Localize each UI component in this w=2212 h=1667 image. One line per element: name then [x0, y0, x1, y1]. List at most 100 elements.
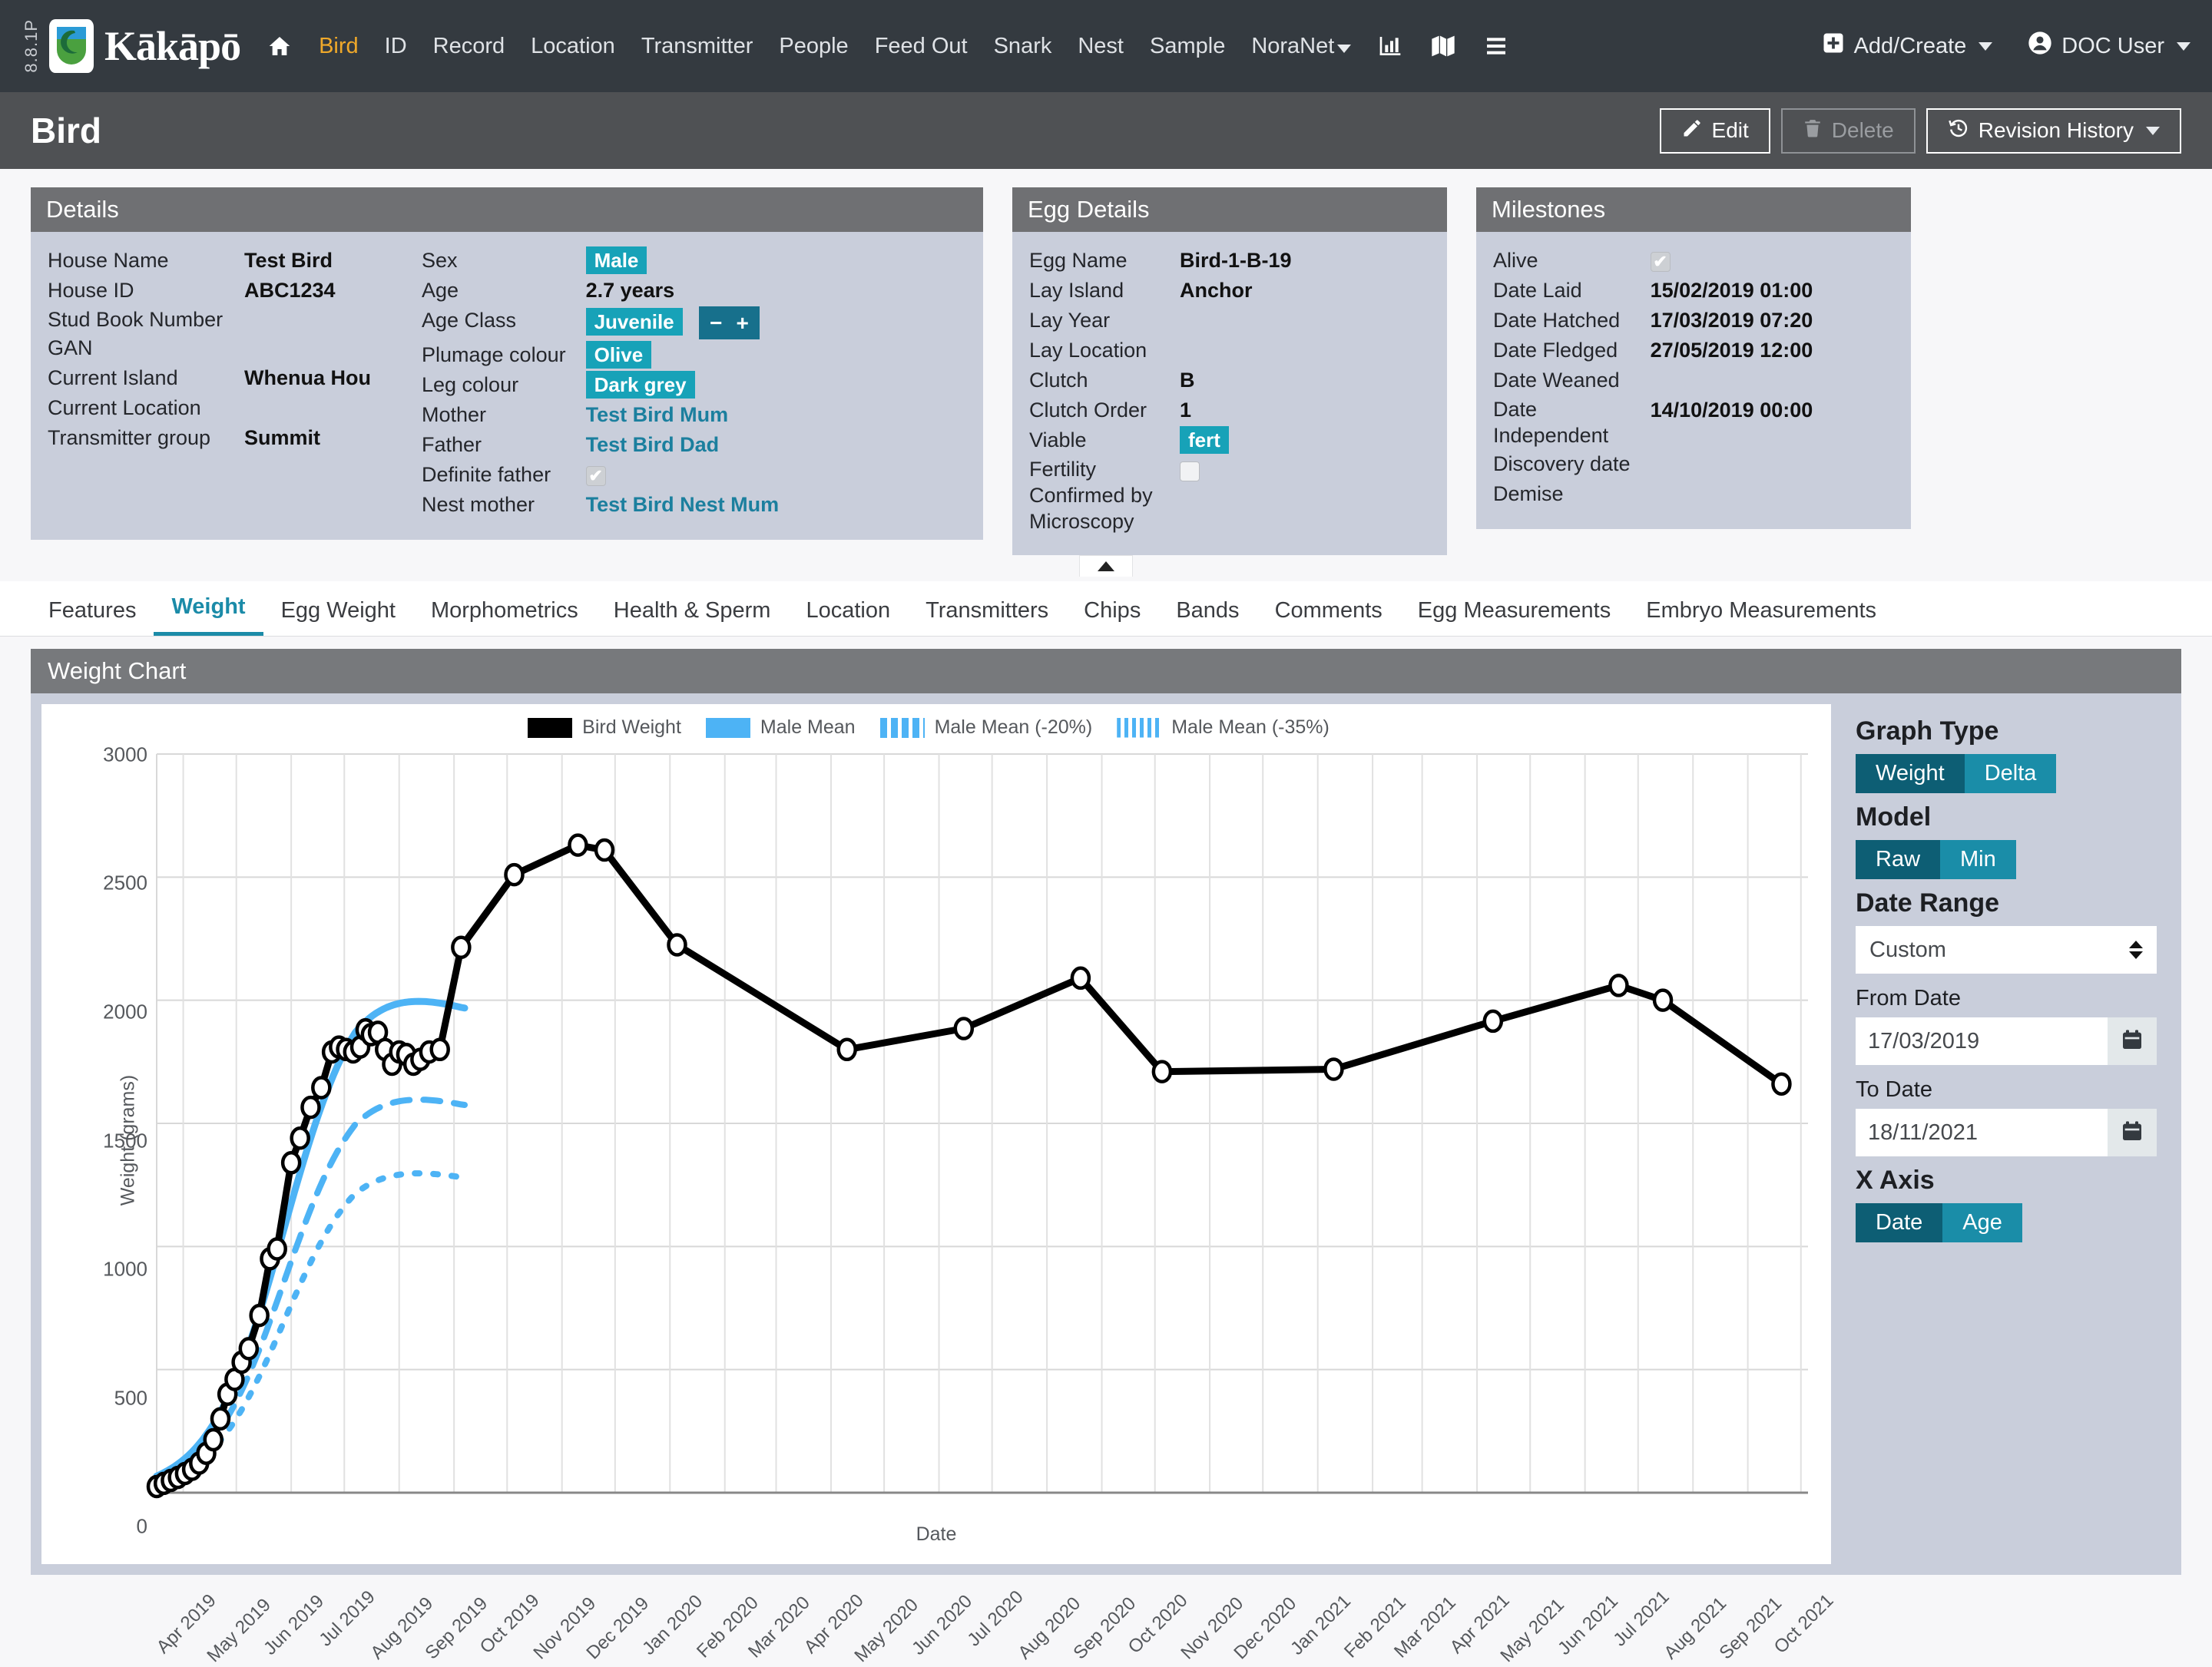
home-icon[interactable] — [267, 34, 293, 58]
egg-label: Lay Year — [1029, 309, 1111, 332]
stepper-plus[interactable]: + — [737, 309, 749, 337]
tab-features[interactable]: Features — [31, 598, 154, 636]
tab-morphometrics[interactable]: Morphometrics — [413, 598, 596, 636]
egg-value — [1180, 336, 1292, 365]
delete-label: Delete — [1831, 118, 1894, 142]
egg-value: B — [1180, 369, 1195, 392]
detail-label: Nest mother — [421, 493, 535, 516]
graph-type-weight-option[interactable]: Weight — [1856, 754, 1965, 793]
alive-checkbox[interactable]: ✔ — [1650, 251, 1671, 272]
y-axis-tick: 1500 — [103, 1129, 147, 1153]
bar-chart-icon[interactable] — [1377, 34, 1403, 58]
tab-location[interactable]: Location — [788, 598, 908, 636]
revision-history-label: Revision History — [1978, 118, 2134, 142]
fertility-checkbox[interactable] — [1180, 461, 1200, 481]
select-arrows-icon — [2129, 941, 2143, 959]
record-tabs: Features Weight Egg Weight Morphometrics… — [0, 581, 2212, 637]
nest-mother-link[interactable]: Test Bird Nest Mum — [586, 490, 780, 520]
legend-item[interactable]: Male Mean — [705, 716, 856, 739]
calendar-icon — [2120, 1119, 2144, 1147]
list-icon[interactable] — [1483, 34, 1509, 58]
date-range-select[interactable]: Custom — [1856, 926, 2157, 974]
nav-item-people[interactable]: People — [779, 34, 848, 59]
nav-item-sample[interactable]: Sample — [1150, 34, 1225, 59]
detail-label: Age Class — [421, 309, 517, 332]
graph-type-delta-option[interactable]: Delta — [1964, 754, 2057, 793]
model-raw-option[interactable]: Raw — [1856, 840, 1941, 879]
nav-item-snark[interactable]: Snark — [994, 34, 1052, 59]
add-create-menu[interactable]: Add/Create — [1822, 31, 1993, 61]
map-icon[interactable] — [1429, 34, 1457, 58]
to-date-calendar-button[interactable] — [2108, 1109, 2157, 1156]
delete-button[interactable]: Delete — [1780, 107, 1916, 154]
tab-chips[interactable]: Chips — [1066, 598, 1158, 636]
legend-item[interactable]: Male Mean (-20%) — [879, 716, 1092, 739]
user-name-label: DOC User — [2061, 33, 2164, 58]
plot-wrapper: Weight (grams) 0 500 1000 1500 2000 2500 3000 … — [41, 739, 1837, 1666]
collapse-details-button[interactable] — [1079, 555, 1133, 577]
edit-label: Edit — [1711, 118, 1749, 142]
model-min-option[interactable]: Min — [1940, 840, 2016, 879]
tab-embryo-measurements[interactable]: Embryo Measurements — [1628, 598, 1894, 636]
tab-egg-weight[interactable]: Egg Weight — [263, 598, 413, 636]
father-link[interactable]: Test Bird Dad — [586, 430, 780, 460]
nav-item-nest[interactable]: Nest — [1078, 34, 1124, 59]
to-date-label: To Date — [1856, 1077, 1932, 1102]
edit-button[interactable]: Edit — [1659, 107, 1770, 154]
tab-health-and-sperm[interactable]: Health & Sperm — [596, 598, 789, 636]
tab-comments[interactable]: Comments — [1257, 598, 1400, 636]
egg-label: Fertility Confirmed by Microscopy — [1029, 458, 1153, 533]
egg-value: Anchor — [1180, 279, 1253, 302]
graph-type-toggle: Weight Delta — [1856, 754, 2057, 793]
nav-item-location[interactable]: Location — [531, 34, 615, 59]
detail-value: ABC1234 — [244, 279, 336, 302]
x-axis-tick: Oct 2021 — [1770, 1590, 1838, 1659]
detail-label: Father — [421, 433, 482, 456]
from-date-input[interactable]: 17/03/2019 — [1856, 1017, 2108, 1065]
nav-item-bird[interactable]: Bird — [319, 34, 359, 59]
nav-item-transmitter[interactable]: Transmitter — [641, 34, 753, 59]
detail-value: Summit — [244, 426, 321, 449]
tab-weight[interactable]: Weight — [154, 594, 263, 636]
egg-label: Egg Name — [1029, 249, 1128, 272]
app-version: 8.8.1P — [22, 19, 41, 73]
page-title: Bird — [31, 111, 101, 150]
chart-legend: Bird Weight Male Mean Male Mean (-20%) Male… — [41, 704, 1831, 739]
x-axis-tick: Jul 2020 — [963, 1586, 1028, 1651]
nav-item-feed-out[interactable]: Feed Out — [875, 34, 968, 59]
details-right-column: Sex Male Age 2.7 years Age Class Juvenil… — [422, 246, 779, 520]
x-axis-date-option[interactable]: Date — [1856, 1203, 1943, 1242]
tab-egg-measurements[interactable]: Egg Measurements — [1400, 598, 1628, 636]
milestone-label: Alive — [1493, 249, 1538, 272]
legend-label: Male Mean (-35%) — [1171, 716, 1330, 738]
viable-cell: fert — [1180, 425, 1292, 455]
nav-item-noranet[interactable]: NoraNet — [1251, 34, 1352, 59]
legend-item[interactable]: Male Mean (-35%) — [1117, 716, 1330, 739]
stepper-minus[interactable]: − — [710, 309, 722, 337]
legend-item[interactable]: Bird Weight — [528, 716, 681, 739]
navbar-right: Add/Create DOC User — [1822, 31, 2190, 61]
age-class-stepper[interactable]: − + — [699, 306, 760, 339]
nav-item-id[interactable]: ID — [385, 34, 407, 59]
user-menu[interactable]: DOC User — [2028, 31, 2190, 61]
detail-label: Stud Book Number — [48, 308, 224, 331]
milestone-value — [1651, 365, 1813, 395]
x-axis-age-option[interactable]: Age — [1942, 1203, 2022, 1242]
brand-name[interactable]: Kākāpō — [104, 22, 241, 70]
to-date-input[interactable]: 18/11/2021 — [1856, 1109, 2108, 1156]
tab-transmitters[interactable]: Transmitters — [908, 598, 1066, 636]
egg-label: Lay Island — [1029, 279, 1124, 302]
pencil-icon — [1681, 117, 1703, 144]
age-value: 2.7 years — [585, 279, 675, 302]
mother-link[interactable]: Test Bird Mum — [586, 400, 780, 430]
tab-bands[interactable]: Bands — [1158, 598, 1257, 636]
y-axis-tick: 0 — [136, 1514, 147, 1538]
definite-father-checkbox[interactable]: ✔ — [585, 465, 606, 486]
revision-history-button[interactable]: Revision History — [1926, 107, 2181, 154]
plus-square-icon — [1822, 31, 1845, 61]
y-axis-tick: 2000 — [103, 1000, 147, 1024]
detail-value — [244, 393, 371, 423]
from-date-calendar-button[interactable] — [2108, 1017, 2157, 1065]
nav-item-record[interactable]: Record — [433, 34, 505, 59]
y-axis-tick: 2500 — [103, 871, 147, 895]
